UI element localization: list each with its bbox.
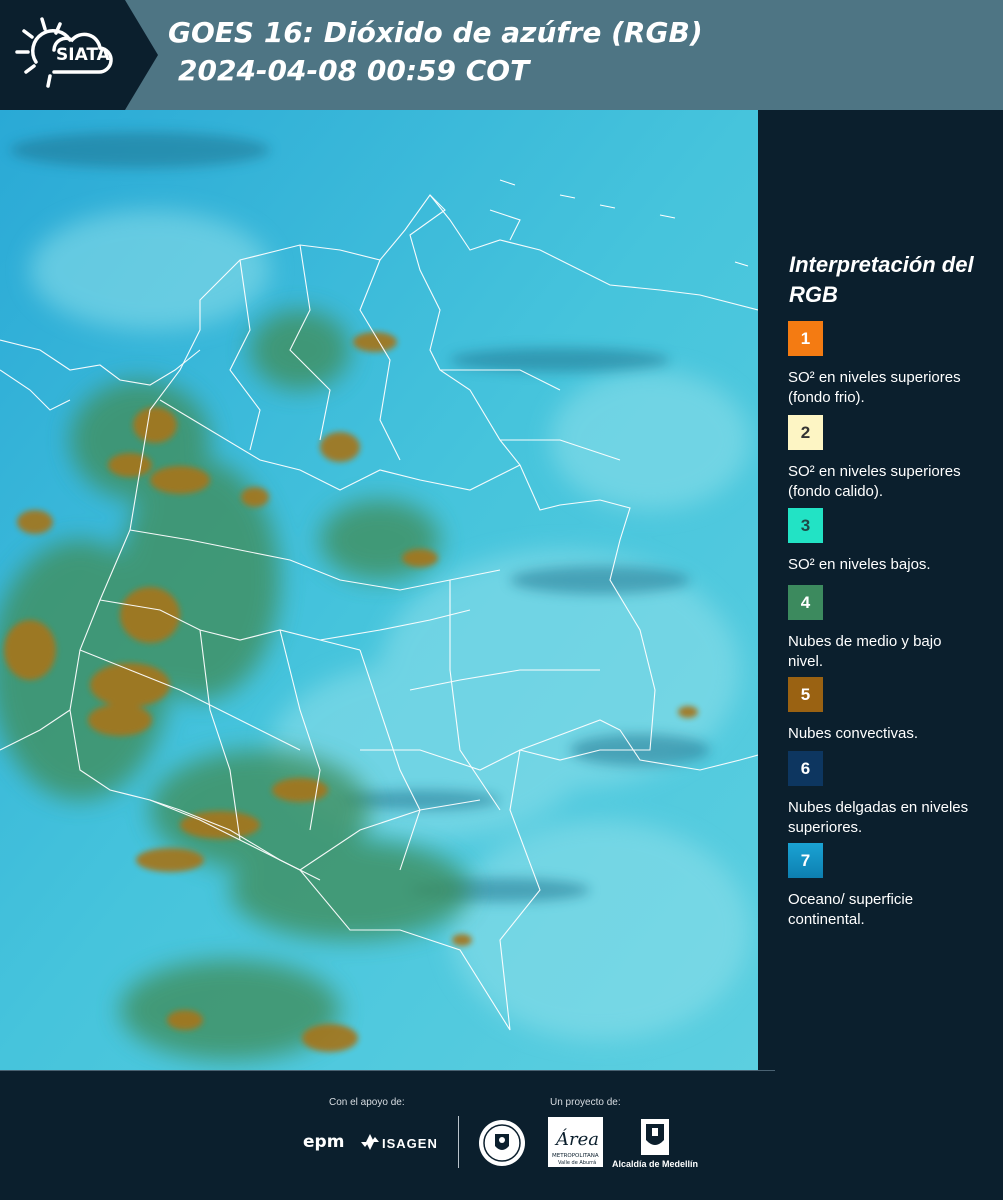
area-metropolitana-logo[interactable]: Área METROPOLITANA Valle de Aburrá	[548, 1117, 603, 1167]
legend-title: Interpretación del RGB	[789, 252, 974, 307]
legend-swatch: 3	[788, 508, 823, 543]
legend-item-5: 5 Nubes convectivas.	[788, 677, 998, 744]
legend-number: 2	[800, 422, 811, 442]
legend-swatch: 7	[788, 843, 823, 878]
legend-number: 6	[800, 758, 811, 778]
legend-number: 1	[800, 328, 811, 348]
legend-swatch: 5	[788, 677, 823, 712]
project-label: Un proyecto de:	[550, 1097, 621, 1108]
alcaldia-label[interactable]: Alcaldía de Medellín	[612, 1159, 698, 1169]
logo-text: SIATA	[56, 45, 110, 65]
legend-item-4: 4 Nubes de medio y bajo nivel.	[788, 585, 998, 672]
page-title: GOES 16: Dióxido de azúfre (RGB)	[168, 16, 703, 49]
legend-item-6: 6 Nubes delgadas en niveles superiores.	[788, 751, 998, 838]
legend-label: SO² en niveles superiores (fondo frio).	[788, 369, 961, 406]
alcaldia-shield-icon[interactable]	[640, 1118, 670, 1156]
legend-item-3: 3 SO² en niveles bajos.	[788, 508, 998, 575]
timestamp: 2024-04-08 00:59 COT	[178, 54, 530, 87]
legend-label: Nubes de medio y bajo nivel.	[788, 633, 942, 670]
legend-item-7: 7 Oceano/ superficie continental.	[788, 843, 998, 930]
legend-number: 7	[800, 850, 811, 870]
footer: Con el apoyo de: Un proyecto de: epm ISA…	[0, 1070, 1003, 1200]
legend-label: Nubes convectivas.	[788, 725, 919, 742]
page: SIATA GOES 16: Dióxido de azúfre (RGB) 2…	[0, 0, 1003, 1200]
legend-number: 4	[800, 592, 811, 612]
header-bar: SIATA GOES 16: Dióxido de azúfre (RGB) 2…	[0, 0, 1003, 110]
medellin-seal-icon[interactable]	[477, 1118, 527, 1168]
footer-divider	[458, 1116, 459, 1168]
legend-label: SO² en niveles superiores (fondo calido)…	[788, 463, 961, 500]
isagen-icon	[361, 1134, 379, 1150]
legend-panel: Interpretación del RGB 1 SO² en niveles …	[770, 110, 1003, 1070]
legend-label: SO² en niveles bajos.	[788, 556, 931, 573]
footer-divider-line	[0, 1070, 775, 1071]
legend-swatch: 6	[788, 751, 823, 786]
satellite-map[interactable]	[0, 110, 758, 1070]
rgb-composite-image	[0, 110, 758, 1070]
legend-swatch: 1	[788, 321, 823, 356]
area-subtext: METROPOLITANA	[552, 1153, 599, 1159]
legend-swatch: 4	[788, 585, 823, 620]
legend-number: 3	[800, 515, 811, 535]
legend-label: Oceano/ superficie continental.	[788, 891, 914, 928]
siata-logo[interactable]: SIATA	[0, 0, 158, 110]
legend-item-2: 2 SO² en niveles superiores (fondo calid…	[788, 415, 998, 502]
legend-item-1: 1 SO² en niveles superiores (fondo frio)…	[788, 321, 998, 408]
legend-label: Nubes delgadas en niveles superiores.	[788, 799, 969, 836]
area-subtext2: Valle de Aburrá	[558, 1159, 596, 1166]
legend-swatch: 2	[788, 415, 823, 450]
epm-logo[interactable]: epm	[303, 1132, 344, 1152]
legend-number: 5	[800, 684, 811, 704]
isagen-logo[interactable]: ISAGEN	[382, 1136, 438, 1151]
area-logo-text: Área	[554, 1127, 599, 1150]
support-label: Con el apoyo de:	[329, 1097, 405, 1108]
